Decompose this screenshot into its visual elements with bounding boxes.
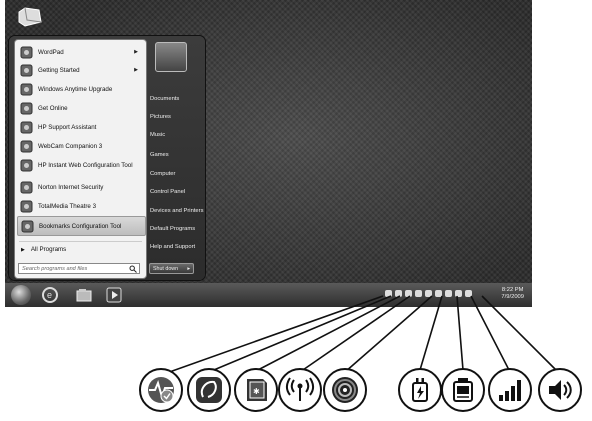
device-icon: ✱ [234, 368, 278, 412]
callout-lines [160, 295, 561, 376]
battery-device-icon [441, 368, 485, 412]
wireless-icon [278, 368, 322, 412]
speaker-icon [538, 368, 582, 412]
disc-icon [323, 368, 367, 412]
power-icon [398, 368, 442, 412]
svg-text:✱: ✱ [253, 387, 260, 396]
action-center-icon [139, 368, 183, 412]
signal-strength-icon [488, 368, 532, 412]
hp-icon [187, 368, 231, 412]
